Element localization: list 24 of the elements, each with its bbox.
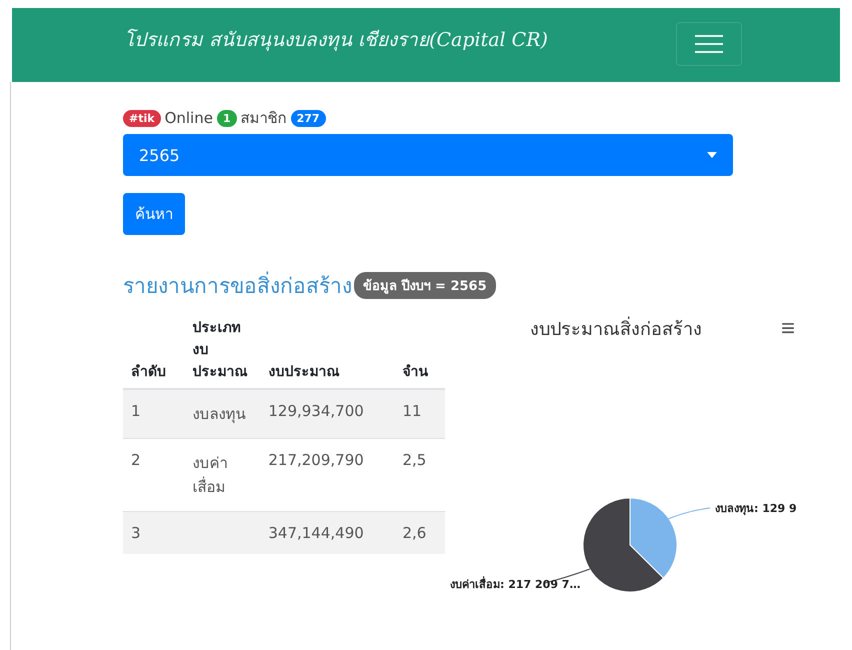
menu-icon: [694, 33, 724, 55]
chart-menu-button[interactable]: ≡: [780, 314, 795, 342]
report-title: รายงานการขอสิ่งก่อสร้าง: [123, 269, 352, 302]
table-cell: 11: [394, 389, 445, 438]
year-select[interactable]: 2565: [123, 134, 733, 176]
year-badge: ข้อมูล ปีงบฯ = 2565: [354, 272, 496, 299]
table-cell: 129,934,700: [260, 389, 394, 438]
online-count: 1: [216, 110, 237, 126]
table-cell: 1: [123, 389, 184, 438]
online-label: Online: [164, 109, 213, 127]
search-button[interactable]: ค้นหา: [123, 193, 185, 235]
tag-badge: #tik: [123, 110, 161, 126]
data-label: งบค่าเสื่อม: 217 209 7…: [450, 578, 580, 591]
menu-button[interactable]: [676, 22, 742, 66]
table-cell: งบลงทุน: [184, 389, 260, 438]
data-label: งบลงทุน: 129 9: [715, 502, 797, 515]
app-title[interactable]: โปรแกรม สนับสนุนงบลงทุน เชียงราย(Capital CR): [124, 24, 548, 54]
table-cell: 347,144,490: [260, 512, 394, 554]
members-count: 277: [290, 110, 326, 126]
table-cell: 2,6: [394, 512, 445, 554]
members-label: สมาชิก: [240, 108, 287, 129]
caret-icon: [707, 152, 717, 158]
chart-title: งบประมาณสิ่งก่อสร้าง: [530, 314, 702, 343]
table-cell: 3: [123, 512, 184, 554]
